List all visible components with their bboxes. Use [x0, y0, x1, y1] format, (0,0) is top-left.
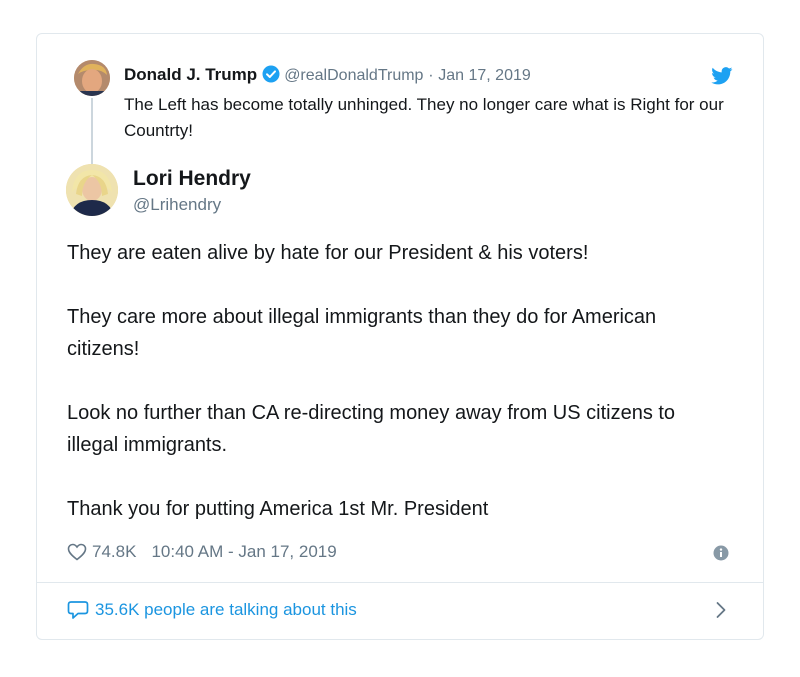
author-handle[interactable]: @Lrihendry — [133, 195, 221, 215]
verified-badge-icon — [262, 65, 280, 88]
author-name[interactable]: Lori Hendry — [133, 167, 251, 191]
tweet-paragraph: Thank you for putting America 1st Mr. Pr… — [67, 498, 489, 520]
chevron-right-icon[interactable] — [715, 601, 727, 624]
quoted-tweet-header: Donald J. Trump @realDonaldTrump · Jan 17… — [124, 65, 531, 88]
author-avatar[interactable] — [66, 164, 118, 216]
tweet-paragraph: They are eaten alive by hate for our Pre… — [67, 242, 589, 264]
heart-icon[interactable] — [67, 543, 87, 561]
thread-connector — [91, 98, 93, 166]
tweet-footer: 74.8K 10:40 AM - Jan 17, 2019 — [67, 542, 337, 562]
speech-bubble-icon — [67, 600, 89, 620]
quoted-author-avatar[interactable] — [74, 60, 110, 96]
embedded-tweet-card[interactable]: Donald J. Trump @realDonaldTrump · Jan 17… — [36, 33, 764, 640]
like-count[interactable]: 74.8K — [92, 542, 136, 562]
quoted-author-name[interactable]: Donald J. Trump — [124, 65, 257, 84]
twitter-bird-icon[interactable] — [711, 67, 733, 90]
conversation-label: 35.6K people are talking about this — [95, 600, 357, 619]
quoted-tweet-date[interactable]: Jan 17, 2019 — [438, 67, 531, 84]
meta-separator: · — [428, 67, 434, 84]
quoted-tweet-text: The Left has become totally unhinged. Th… — [124, 95, 724, 140]
tweet-paragraph: Look no further than CA re-directing mon… — [67, 402, 676, 456]
quoted-author-handle[interactable]: @realDonaldTrump — [284, 67, 423, 84]
tweet-paragraph: They care more about illegal immigrants … — [67, 306, 657, 360]
tweet-body: They are eaten alive by hate for our Pre… — [67, 237, 727, 557]
conversation-link[interactable]: 35.6K people are talking about this — [67, 600, 357, 620]
footer-divider — [37, 582, 763, 583]
info-icon[interactable] — [713, 545, 729, 566]
tweet-timestamp[interactable]: 10:40 AM - Jan 17, 2019 — [151, 542, 336, 562]
